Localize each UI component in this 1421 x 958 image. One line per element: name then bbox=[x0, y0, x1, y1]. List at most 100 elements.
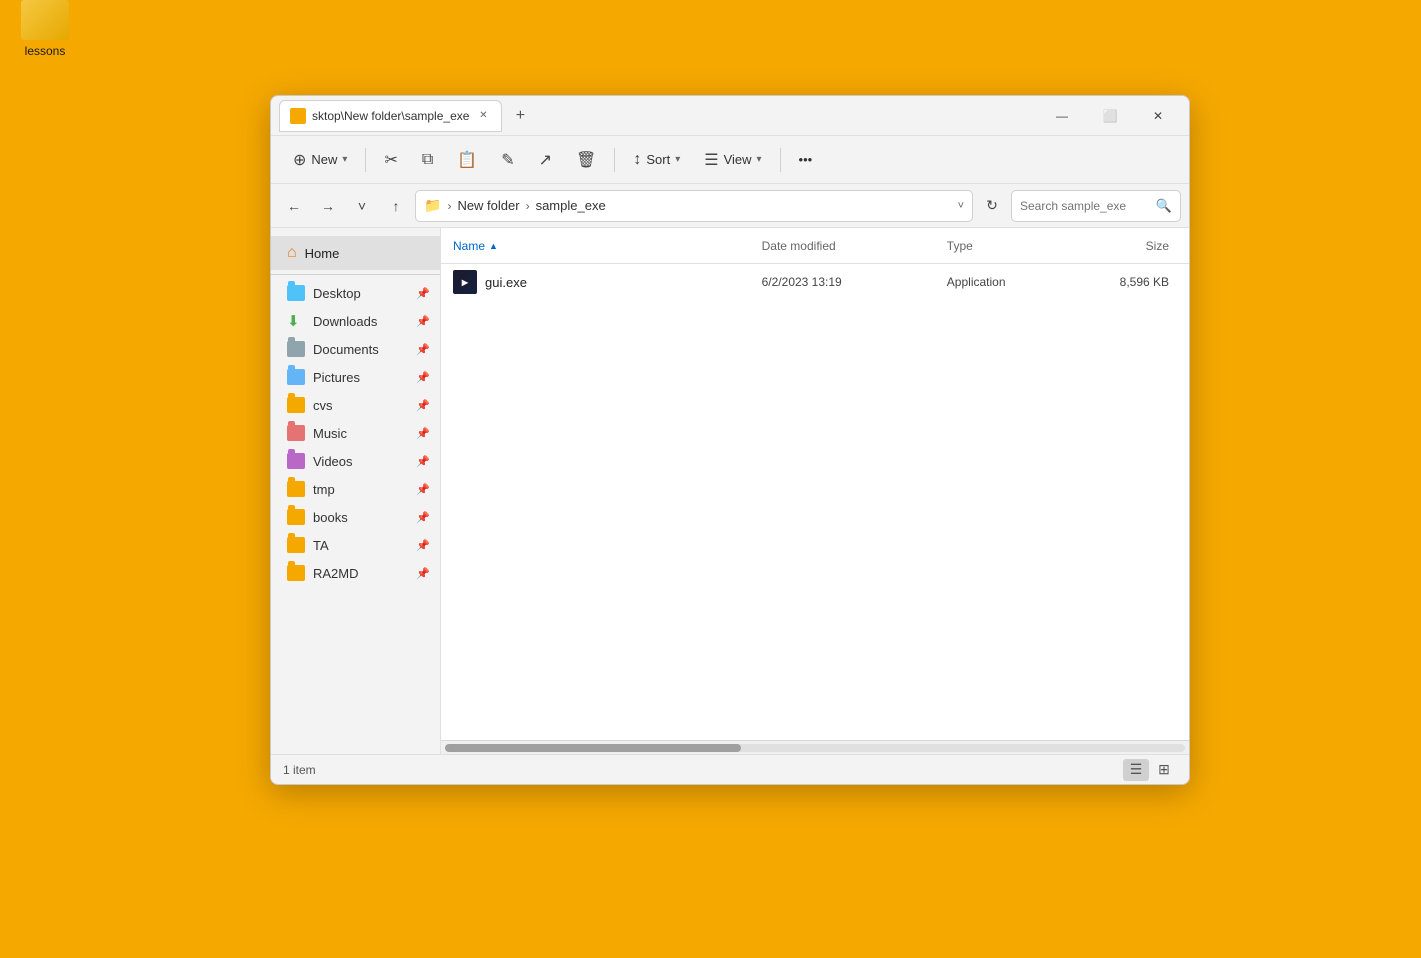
pin-icon-tmp: 📌 bbox=[416, 483, 430, 496]
desktop-icon-image bbox=[21, 0, 69, 40]
file-list: gui.exe 6/2/2023 13:19 Application 8,596… bbox=[441, 264, 1189, 740]
sidebar: ⌂ Home Desktop 📌 ⬇ Downloads 📌 Documents… bbox=[271, 228, 441, 754]
up-button[interactable]: ↑ bbox=[381, 191, 411, 221]
pin-icon-ra2md: 📌 bbox=[416, 567, 430, 580]
sidebar-item-ta[interactable]: TA 📌 bbox=[271, 531, 440, 559]
grid-view-button[interactable]: ⊞ bbox=[1151, 759, 1177, 781]
address-separator-1: › bbox=[447, 199, 451, 213]
sidebar-label-pictures: Pictures bbox=[313, 370, 360, 385]
paste-icon: 📋 bbox=[457, 150, 477, 170]
new-tab-button[interactable]: + bbox=[506, 102, 534, 130]
pin-icon-books: 📌 bbox=[416, 511, 430, 524]
forward-button[interactable]: → bbox=[313, 191, 343, 221]
sidebar-item-ra2md[interactable]: RA2MD 📌 bbox=[271, 559, 440, 587]
recent-button[interactable]: ˅ bbox=[347, 191, 377, 221]
pin-icon-pictures: 📌 bbox=[416, 371, 430, 384]
minimize-button[interactable]: — bbox=[1039, 100, 1085, 132]
list-view-button[interactable]: ☰ bbox=[1123, 759, 1149, 781]
file-list-header: Name ▲ Date modified Type Size bbox=[441, 228, 1189, 264]
window-controls: — ⬜ ✕ bbox=[1039, 100, 1181, 132]
exe-file-icon bbox=[453, 270, 477, 294]
file-icon-cell: gui.exe bbox=[453, 270, 762, 294]
sidebar-label-ra2md: RA2MD bbox=[313, 566, 359, 581]
sort-icon: ↕ bbox=[633, 151, 641, 169]
new-plus-icon: ⊕ bbox=[293, 150, 306, 170]
column-size[interactable]: Size bbox=[1070, 239, 1177, 253]
toolbar-separator-3 bbox=[780, 148, 781, 172]
horizontal-scrollbar[interactable] bbox=[441, 740, 1189, 754]
tab-folder-icon bbox=[290, 108, 306, 124]
more-button[interactable]: ••• bbox=[789, 146, 823, 173]
search-box[interactable]: 🔍 bbox=[1011, 190, 1181, 222]
column-name[interactable]: Name ▲ bbox=[453, 239, 762, 253]
rename-icon: ✎ bbox=[501, 150, 514, 170]
desktop-icon-label: lessons bbox=[25, 44, 66, 58]
pin-icon-desktop: 📌 bbox=[416, 287, 430, 300]
sidebar-item-pictures[interactable]: Pictures 📌 bbox=[271, 363, 440, 391]
sidebar-label-books: books bbox=[313, 510, 348, 525]
sidebar-item-videos[interactable]: Videos 📌 bbox=[271, 447, 440, 475]
sidebar-label-desktop: Desktop bbox=[313, 286, 361, 301]
search-icon: 🔍 bbox=[1156, 198, 1172, 214]
address-folder-icon: 📁 bbox=[424, 197, 441, 214]
column-date-modified[interactable]: Date modified bbox=[762, 239, 947, 253]
address-chevron-icon: ˅ bbox=[958, 200, 964, 212]
back-button[interactable]: ← bbox=[279, 191, 309, 221]
rename-button[interactable]: ✎ bbox=[491, 144, 524, 176]
scrollbar-thumb[interactable] bbox=[445, 744, 741, 752]
tmp-folder-icon bbox=[287, 481, 305, 497]
ra2md-folder-icon bbox=[287, 565, 305, 581]
tab-close-button[interactable]: ✕ bbox=[475, 108, 491, 124]
view-chevron-icon: ▾ bbox=[757, 154, 762, 165]
sidebar-item-downloads[interactable]: ⬇ Downloads 📌 bbox=[271, 307, 440, 335]
cut-icon: ✂ bbox=[384, 150, 397, 170]
close-button[interactable]: ✕ bbox=[1135, 100, 1181, 132]
cvs-folder-icon bbox=[287, 397, 305, 413]
new-chevron-icon: ▾ bbox=[342, 154, 347, 165]
sort-label: Sort bbox=[646, 152, 670, 167]
sidebar-label-videos: Videos bbox=[313, 454, 353, 469]
sidebar-item-documents[interactable]: Documents 📌 bbox=[271, 335, 440, 363]
sidebar-home-label: Home bbox=[305, 246, 340, 261]
table-row[interactable]: gui.exe 6/2/2023 13:19 Application 8,596… bbox=[441, 264, 1189, 300]
explorer-tab[interactable]: sktop\New folder\sample_exe ✕ bbox=[279, 100, 502, 132]
delete-button[interactable]: 🗑 bbox=[566, 144, 606, 176]
refresh-button[interactable]: ↻ bbox=[977, 191, 1007, 221]
sidebar-item-music[interactable]: Music 📌 bbox=[271, 419, 440, 447]
sidebar-item-books[interactable]: books 📌 bbox=[271, 503, 440, 531]
search-input[interactable] bbox=[1020, 199, 1151, 213]
sort-button[interactable]: ↕ Sort ▾ bbox=[623, 145, 690, 175]
item-count: 1 item bbox=[283, 763, 316, 777]
copy-button[interactable]: ⧉ bbox=[412, 145, 443, 175]
sidebar-item-home[interactable]: ⌂ Home bbox=[271, 236, 440, 270]
sidebar-item-tmp[interactable]: tmp 📌 bbox=[271, 475, 440, 503]
pictures-folder-icon bbox=[287, 369, 305, 385]
sidebar-label-downloads: Downloads bbox=[313, 314, 377, 329]
toolbar: ⊕ New ▾ ✂ ⧉ 📋 ✎ ↗ 🗑 ↕ Sort ▾ ☰ bbox=[271, 136, 1189, 184]
address-folder: New folder bbox=[457, 198, 519, 213]
copy-icon: ⧉ bbox=[422, 151, 433, 169]
column-type[interactable]: Type bbox=[947, 239, 1070, 253]
toolbar-separator-2 bbox=[614, 148, 615, 172]
file-type: Application bbox=[947, 275, 1070, 289]
desktop-folder-icon bbox=[287, 285, 305, 301]
more-icon: ••• bbox=[799, 152, 813, 167]
address-bar[interactable]: 📁 › New folder › sample_exe ˅ bbox=[415, 190, 973, 222]
ta-folder-icon bbox=[287, 537, 305, 553]
new-button[interactable]: ⊕ New ▾ bbox=[283, 144, 357, 176]
cut-button[interactable]: ✂ bbox=[374, 144, 407, 176]
paste-button[interactable]: 📋 bbox=[447, 144, 487, 176]
desktop-lessons-icon[interactable]: lessons bbox=[10, 0, 80, 58]
pin-icon-music: 📌 bbox=[416, 427, 430, 440]
sidebar-item-cvs[interactable]: cvs 📌 bbox=[271, 391, 440, 419]
status-bar: 1 item ☰ ⊞ bbox=[271, 754, 1189, 784]
share-icon: ↗ bbox=[539, 150, 552, 170]
pin-icon-videos: 📌 bbox=[416, 455, 430, 468]
documents-folder-icon bbox=[287, 341, 305, 357]
share-button[interactable]: ↗ bbox=[529, 144, 562, 176]
view-button[interactable]: ☰ View ▾ bbox=[694, 144, 771, 176]
title-bar: sktop\New folder\sample_exe ✕ + — ⬜ ✕ bbox=[271, 96, 1189, 136]
pin-icon-cvs: 📌 bbox=[416, 399, 430, 412]
sidebar-item-desktop[interactable]: Desktop 📌 bbox=[271, 279, 440, 307]
maximize-button[interactable]: ⬜ bbox=[1087, 100, 1133, 132]
